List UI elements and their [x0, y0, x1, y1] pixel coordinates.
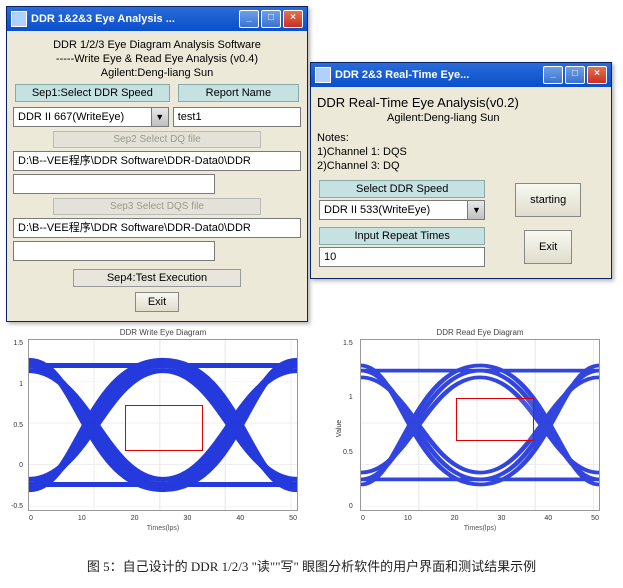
header-select-speed: Sep1:Select DDR Speed	[15, 84, 170, 102]
note-channel2: 2)Channel 3: DQ	[317, 160, 605, 172]
combo-ddr-speed-value: DDR II 667(WriteEye)	[14, 111, 151, 123]
header-select-speed: Select DDR Speed	[319, 180, 485, 198]
header-select-dq: Sep2 Select DQ file	[53, 131, 261, 148]
chart-write-eye: DDR Write Eye Diagram 1.510.50-0.5 01020…	[28, 328, 298, 511]
x-axis: 01020304050	[29, 515, 297, 522]
mask-box	[456, 398, 534, 441]
dqs-path-input-2[interactable]	[13, 241, 215, 261]
chart-title: DDR Write Eye Diagram	[28, 328, 298, 337]
chevron-down-icon[interactable]: ▼	[467, 201, 484, 219]
header-select-dqs: Sep3 Select DQS file	[53, 198, 261, 215]
x-label: Times(lps)	[361, 525, 599, 532]
chart-title: DDR Read Eye Diagram	[360, 328, 600, 337]
notes-label: Notes:	[317, 132, 605, 144]
dq-path-input[interactable]: D:\B--VEE程序\DDR Software\DDR-Data0\DDR	[13, 151, 301, 171]
titlebar[interactable]: DDR 1&2&3 Eye Analysis ... _ □ ×	[7, 7, 307, 31]
window-realtime-eye: DDR 2&3 Real-Time Eye... _ □ × DDR Real-…	[310, 62, 612, 279]
mask-box	[125, 405, 202, 451]
maximize-button[interactable]: □	[261, 10, 281, 28]
app-title: DDR Real-Time Eye Analysis(v0.2)	[317, 95, 605, 110]
y-axis: 1.510.50-0.5	[11, 340, 23, 510]
header-report-name: Report Name	[178, 84, 299, 102]
chart-read-eye: DDR Read Eye Diagram 1.510.50 0102030405…	[360, 328, 600, 511]
chevron-down-icon[interactable]: ▼	[151, 108, 168, 126]
minimize-button[interactable]: _	[239, 10, 259, 28]
repeat-times-input[interactable]: 10	[319, 247, 485, 267]
close-button[interactable]: ×	[283, 10, 303, 28]
app-author: Agilent:Deng-liang Sun	[13, 67, 301, 79]
combo-ddr-speed-value: DDR II 533(WriteEye)	[320, 204, 467, 216]
exit-button[interactable]: Exit	[135, 292, 179, 312]
app-title: DDR 1/2/3 Eye Diagram Analysis Software	[13, 39, 301, 51]
close-button[interactable]: ×	[587, 66, 607, 84]
x-label: Times(lps)	[29, 525, 297, 532]
note-channel1: 1)Channel 1: DQS	[317, 146, 605, 158]
window-eye-analysis: DDR 1&2&3 Eye Analysis ... _ □ × DDR 1/2…	[6, 6, 308, 322]
x-axis: 01020304050	[361, 515, 599, 522]
app-subtitle: -----Write Eye & Read Eye Analysis (v0.4…	[13, 53, 301, 65]
header-test-execution: Sep4:Test Execution	[73, 269, 241, 287]
titlebar[interactable]: DDR 2&3 Real-Time Eye... _ □ ×	[311, 63, 611, 87]
figure-caption: 图 5：自己设计的 DDR 1/2/3 "读""写" 眼图分析软件的用户界面和测…	[0, 556, 623, 575]
exit-button[interactable]: Exit	[524, 230, 572, 264]
combo-ddr-speed[interactable]: DDR II 533(WriteEye) ▼	[319, 200, 485, 220]
dqs-path-input[interactable]: D:\B--VEE程序\DDR Software\DDR-Data0\DDR	[13, 218, 301, 238]
plot-area: 1.510.50-0.5 01020304050 Times(lps)	[28, 339, 298, 511]
window-title: DDR 1&2&3 Eye Analysis ...	[31, 13, 239, 25]
y-label: Value	[336, 420, 343, 437]
app-icon	[11, 11, 27, 27]
report-name-input[interactable]: test1	[173, 107, 301, 127]
maximize-button[interactable]: □	[565, 66, 585, 84]
starting-button[interactable]: starting	[515, 183, 581, 217]
dq-path-input-2[interactable]	[13, 174, 215, 194]
app-author: Agilent:Deng-liang Sun	[387, 112, 605, 124]
app-icon	[315, 67, 331, 83]
y-axis: 1.510.50	[343, 340, 353, 510]
plot-area: 1.510.50 01020304050 Times(lps) Value	[360, 339, 600, 511]
minimize-button[interactable]: _	[543, 66, 563, 84]
window-title: DDR 2&3 Real-Time Eye...	[335, 69, 543, 81]
combo-ddr-speed[interactable]: DDR II 667(WriteEye) ▼	[13, 107, 169, 127]
header-repeat-times: Input Repeat Times	[319, 227, 485, 245]
